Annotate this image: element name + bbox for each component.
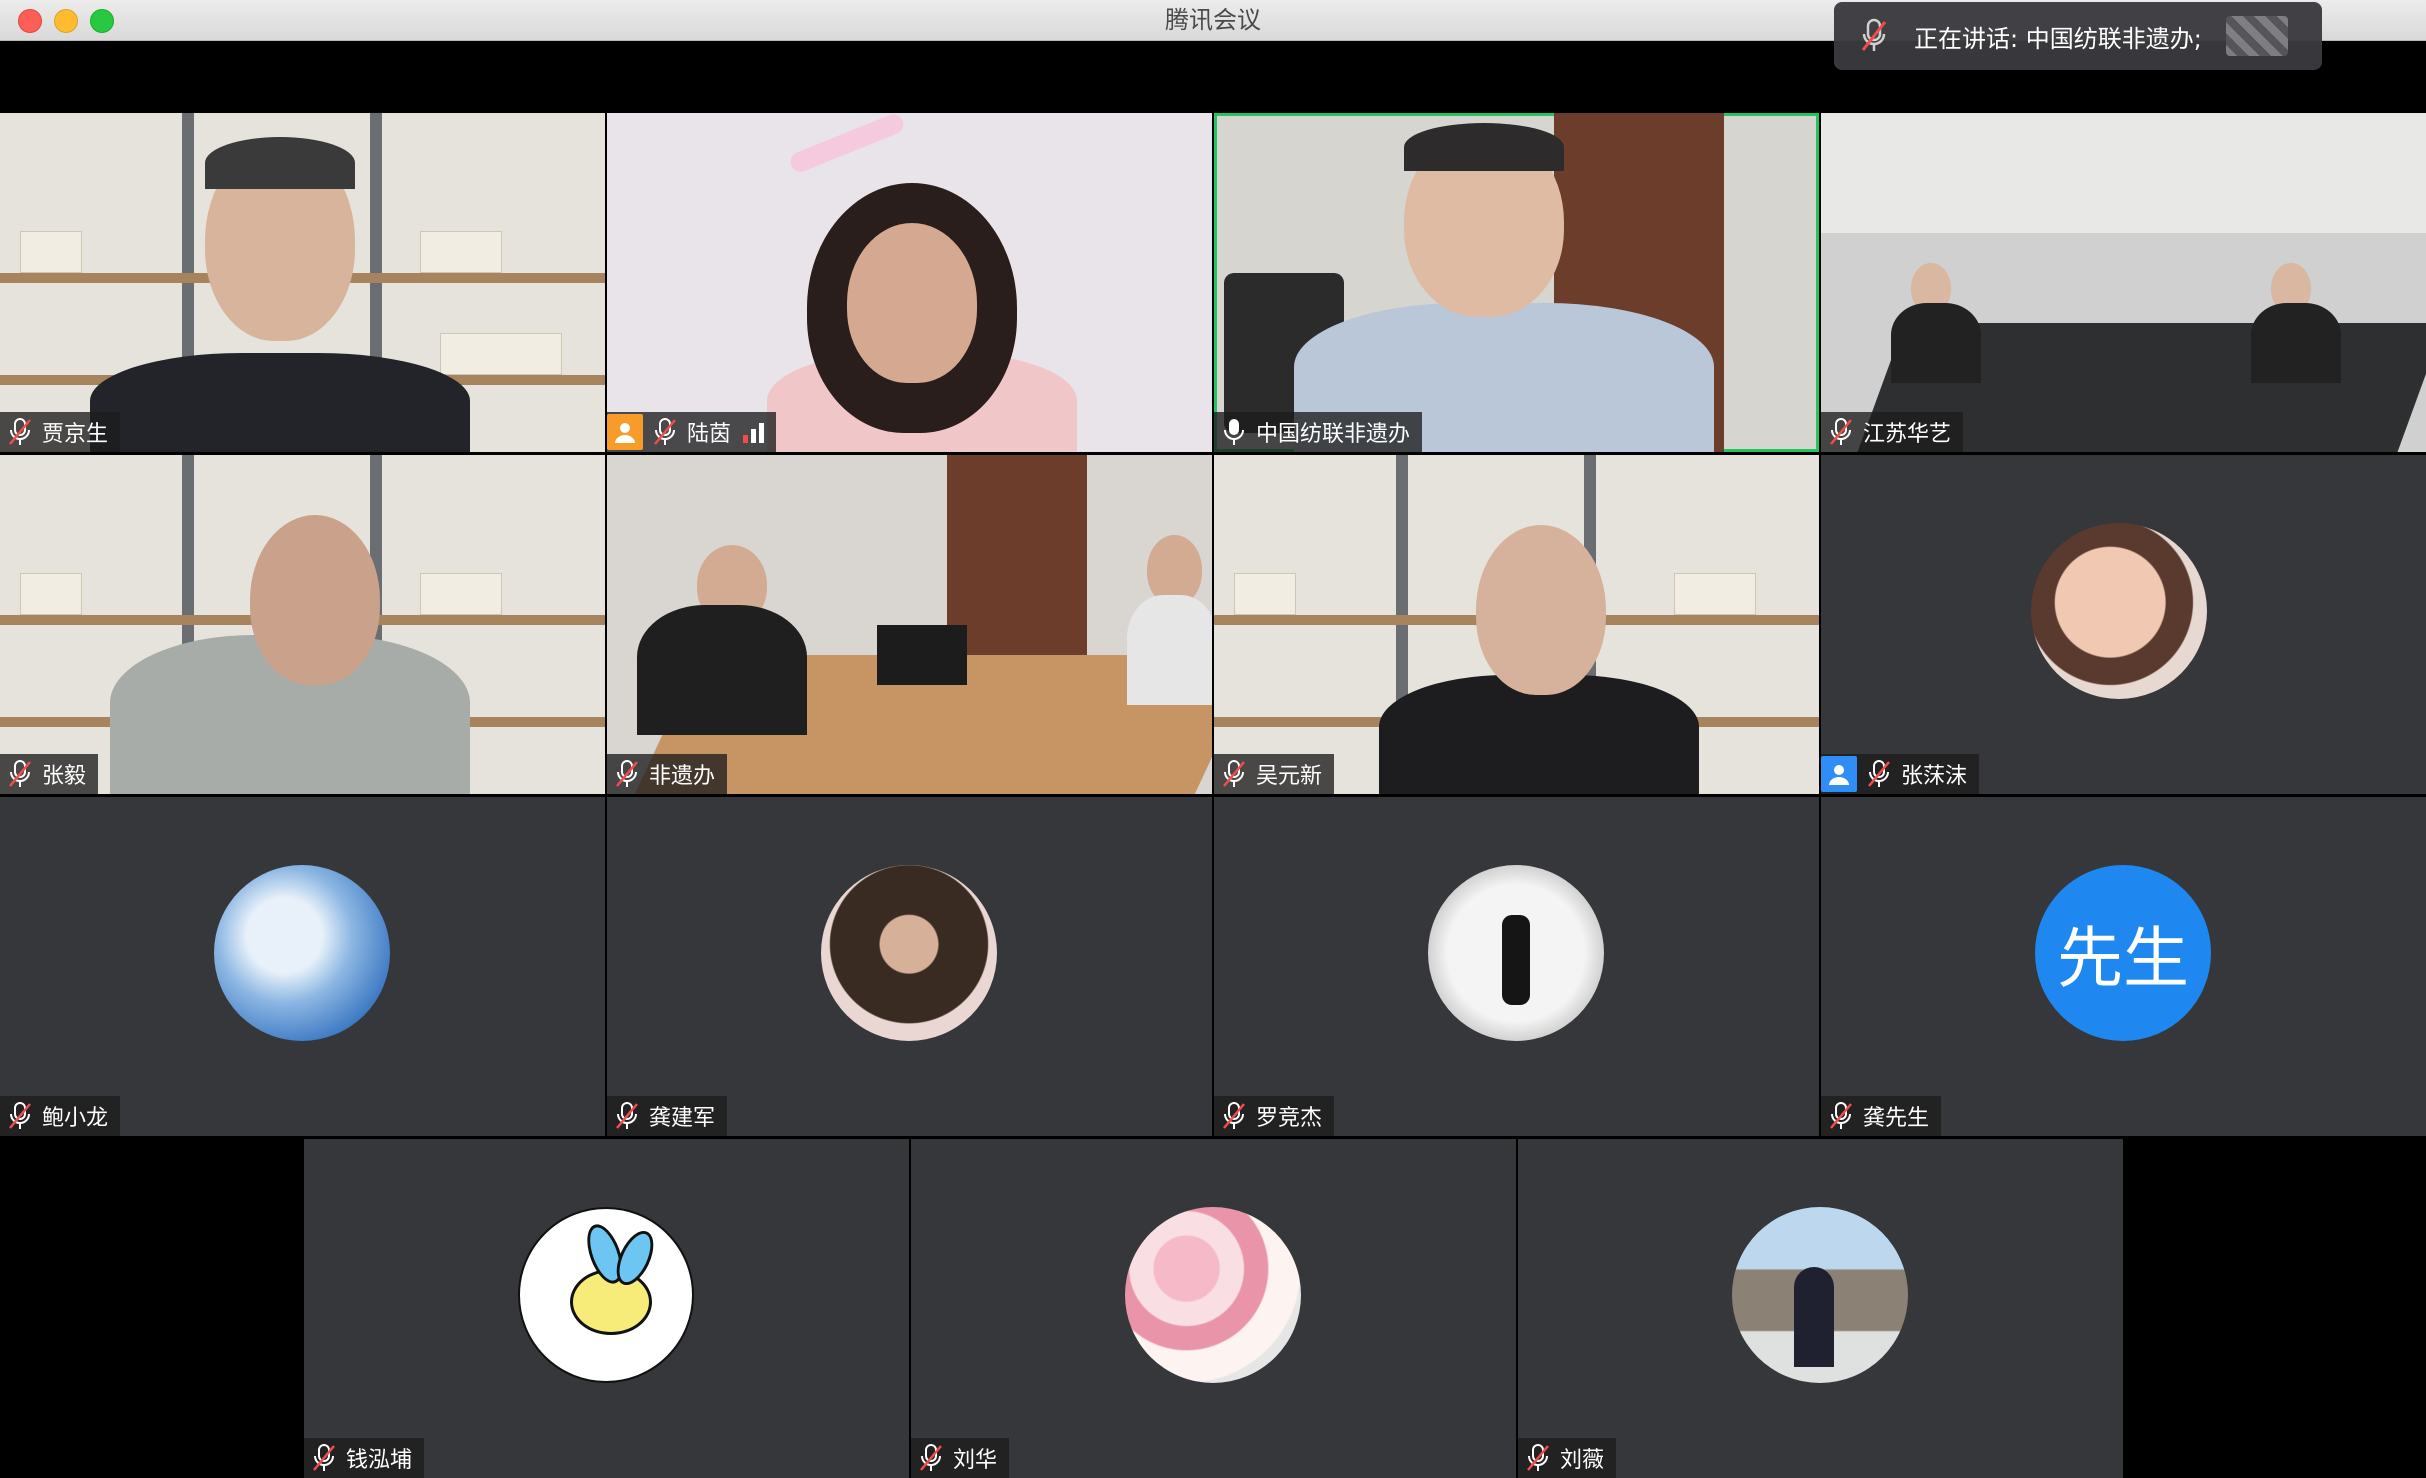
participant-name: 张莯沫 xyxy=(1901,764,1968,789)
participant-label: 张毅 xyxy=(0,754,99,794)
speaking-indicator: 正在讲话: 中国纺联非遗办; xyxy=(1834,2,2322,70)
avatar xyxy=(214,865,390,1041)
participant-name: 罗竞杰 xyxy=(1256,1106,1323,1131)
video-tile-7[interactable]: 吴元新 xyxy=(1214,455,1819,794)
signal-strength-icon xyxy=(743,421,765,443)
participant-label: 龚先生 xyxy=(1821,1096,1942,1136)
participant-label: 龚建军 xyxy=(607,1096,728,1136)
participant-label: 贾京生 xyxy=(0,412,121,452)
mic-muted-icon xyxy=(613,758,641,790)
participant-name: 吴元新 xyxy=(1256,764,1323,789)
mic-muted-icon xyxy=(1524,1442,1552,1474)
speaking-prefix: 正在讲话: xyxy=(1914,24,2019,53)
participant-name: 中国纺联非遗办 xyxy=(1256,422,1411,447)
video-tile-9[interactable]: 鲍小龙 xyxy=(0,797,605,1136)
mic-icon xyxy=(1220,416,1248,448)
video-tile-2[interactable]: 陆茵 xyxy=(607,113,1212,452)
participant-label: 鲍小龙 xyxy=(0,1096,121,1136)
mic-muted-icon xyxy=(1834,18,1914,54)
mic-muted-icon xyxy=(310,1442,338,1474)
mic-muted-icon xyxy=(6,1100,34,1132)
avatar xyxy=(518,1207,694,1383)
participant-name: 刘华 xyxy=(953,1448,998,1473)
participant-name: 陆茵 xyxy=(687,422,732,447)
participant-name: 钱泓埔 xyxy=(346,1448,413,1473)
participant-label: 江苏华艺 xyxy=(1821,412,1964,452)
participant-name: 非遗办 xyxy=(649,764,716,789)
video-tile-15[interactable]: 刘薇 xyxy=(1518,1139,2123,1478)
video-tile-6[interactable]: 非遗办 xyxy=(607,455,1212,794)
mic-muted-icon xyxy=(1827,416,1855,448)
mic-muted-icon xyxy=(6,758,34,790)
video-tile-12[interactable]: 先生 龚先生 xyxy=(1821,797,2426,1136)
avatar xyxy=(1732,1207,1908,1383)
video-tile-14[interactable]: 刘华 xyxy=(911,1139,1516,1478)
participant-name: 刘薇 xyxy=(1560,1448,1605,1473)
video-tile-4[interactable]: 江苏华艺 xyxy=(1821,113,2426,452)
mic-muted-icon xyxy=(1865,758,1893,790)
participant-label: 非遗办 xyxy=(607,754,728,794)
avatar xyxy=(821,865,997,1041)
mic-muted-icon xyxy=(1827,1100,1855,1132)
mic-muted-icon xyxy=(917,1442,945,1474)
user-badge-icon xyxy=(1821,756,1857,792)
participant-label: 陆茵 xyxy=(607,412,777,452)
participant-name: 龚先生 xyxy=(1863,1106,1930,1131)
avatar xyxy=(2031,523,2207,699)
mic-muted-icon xyxy=(1220,1100,1248,1132)
participant-name: 张毅 xyxy=(42,764,87,789)
participant-label: 钱泓埔 xyxy=(304,1438,425,1478)
participant-name: 江苏华艺 xyxy=(1863,422,1952,447)
participant-name: 贾京生 xyxy=(42,422,109,447)
video-tile-8[interactable]: 张莯沫 xyxy=(1821,455,2426,794)
mic-muted-icon xyxy=(1220,758,1248,790)
mic-muted-icon xyxy=(613,1100,641,1132)
video-tile-10[interactable]: 龚建军 xyxy=(607,797,1212,1136)
avatar xyxy=(1428,865,1604,1041)
video-tile-1[interactable]: 贾京生 xyxy=(0,113,605,452)
video-tile-13[interactable]: 钱泓埔 xyxy=(304,1139,909,1478)
user-badge-icon xyxy=(607,414,643,450)
redacted-names xyxy=(2226,16,2288,56)
video-tile-5[interactable]: 张毅 xyxy=(0,455,605,794)
avatar xyxy=(1125,1207,1301,1383)
participant-name: 鲍小龙 xyxy=(42,1106,109,1131)
participant-label: 刘华 xyxy=(911,1438,1010,1478)
avatar-initials: 先生 xyxy=(2035,865,2211,1041)
participant-label: 刘薇 xyxy=(1518,1438,1617,1478)
video-tile-3[interactable]: 中国纺联非遗办 xyxy=(1214,113,1819,452)
video-tile-11[interactable]: 罗竞杰 xyxy=(1214,797,1819,1136)
mic-muted-icon xyxy=(651,416,679,448)
participant-name: 龚建军 xyxy=(649,1106,716,1131)
participant-label: 吴元新 xyxy=(1214,754,1335,794)
participant-label: 中国纺联非遗办 xyxy=(1214,412,1423,452)
participant-label: 张莯沫 xyxy=(1821,754,1980,794)
mic-muted-icon xyxy=(6,416,34,448)
speaking-name: 中国纺联非遗办; xyxy=(2025,24,2202,53)
participant-label: 罗竞杰 xyxy=(1214,1096,1335,1136)
